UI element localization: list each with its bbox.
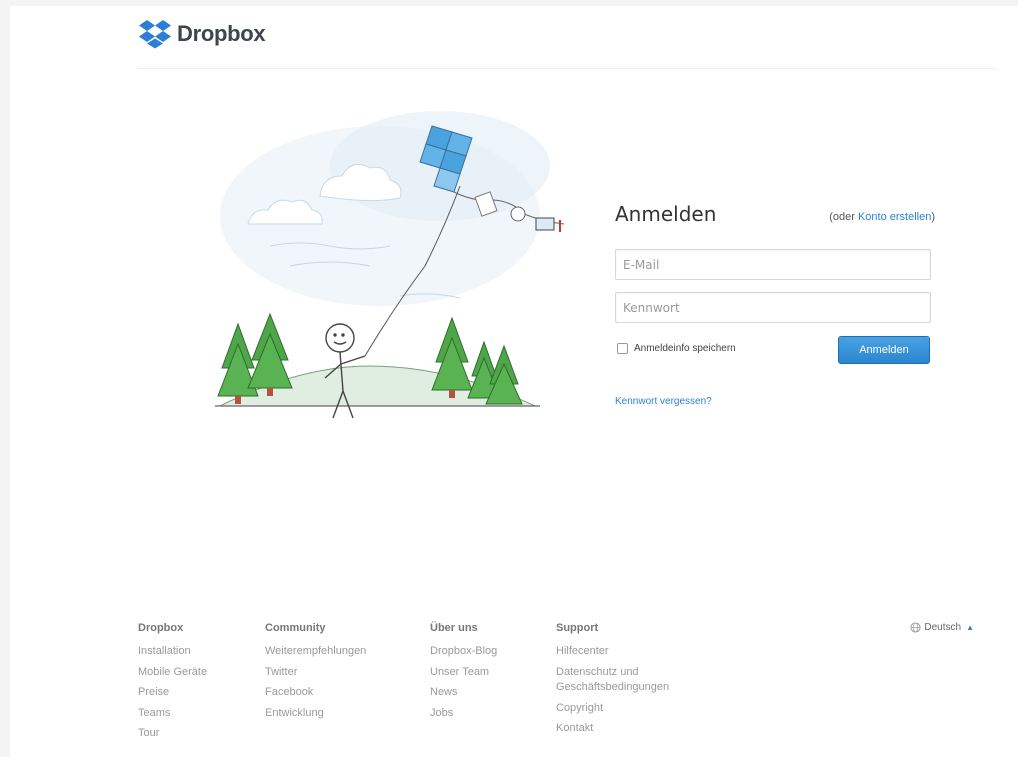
kite-illustration (215, 111, 565, 419)
create-account-link[interactable]: Konto erstellen (858, 211, 931, 223)
language-selector[interactable]: Deutsch ▲ (910, 622, 974, 633)
footer-link[interactable]: Teams (138, 703, 207, 724)
create-suffix: ) (931, 211, 935, 223)
footer-link[interactable]: Datenschutz und (556, 662, 669, 680)
footer-link[interactable]: Tour (138, 723, 207, 744)
footer-link[interactable]: Mobile Geräte (138, 662, 207, 683)
footer-link[interactable]: Preise (138, 682, 207, 703)
footer-link[interactable]: Dropbox-Blog (430, 641, 497, 662)
footer-heading: Dropbox (138, 622, 184, 634)
footer-link[interactable]: News (430, 682, 497, 703)
password-field[interactable] (615, 292, 931, 323)
footer-link[interactable]: Entwicklung (265, 703, 366, 724)
footer-heading: Community (265, 622, 326, 634)
footer-link[interactable]: Geschäftsbedingungen (556, 680, 669, 698)
globe-icon (910, 622, 921, 633)
remember-label: Anmeldeinfo speichern (634, 343, 736, 354)
footer-heading: Support (556, 622, 599, 634)
footer-link[interactable]: Installation (138, 641, 207, 662)
footer-col-community: Community Weiterempfehlungen Twitter Fac… (265, 622, 366, 723)
footer-col-dropbox: Dropbox Installation Mobile Geräte Preis… (138, 622, 207, 744)
forgot-password-link[interactable]: Kennwort vergessen? (615, 396, 712, 407)
login-title: Anmelden (615, 202, 717, 226)
remember-me[interactable]: Anmeldeinfo speichern (617, 343, 736, 354)
footer-link[interactable]: Weiterempfehlungen (265, 641, 366, 662)
brand-name: Dropbox (177, 21, 266, 46)
login-page: Dropbox Anmelden (oder Konto erstellen) … (10, 6, 1018, 757)
create-account-text: (oder Konto erstellen) (829, 211, 935, 223)
footer-col-about: Über uns Dropbox-Blog Unser Team News Jo… (430, 622, 497, 723)
footer-link[interactable]: Kontakt (556, 718, 669, 739)
logo[interactable]: Dropbox (138, 19, 266, 49)
footer-link[interactable]: Copyright (556, 698, 669, 719)
create-prefix: (oder (829, 211, 858, 223)
footer-link[interactable]: Unser Team (430, 662, 497, 683)
remember-checkbox[interactable] (617, 343, 628, 354)
email-field[interactable] (615, 249, 931, 280)
dropbox-logo-icon (139, 20, 171, 49)
signin-button[interactable]: Anmelden (838, 336, 930, 364)
language-label: Deutsch (924, 622, 962, 633)
footer-heading: Über uns (430, 622, 478, 634)
footer-link[interactable]: Jobs (430, 703, 497, 724)
footer-link[interactable]: Hilfecenter (556, 641, 669, 662)
footer-col-support: Support Hilfecenter Datenschutz und Gesc… (556, 622, 669, 739)
footer-link[interactable]: Facebook (265, 682, 366, 703)
footer-link[interactable]: Twitter (265, 662, 366, 683)
header: Dropbox (138, 6, 996, 69)
caret-up-icon: ▲ (966, 623, 974, 632)
